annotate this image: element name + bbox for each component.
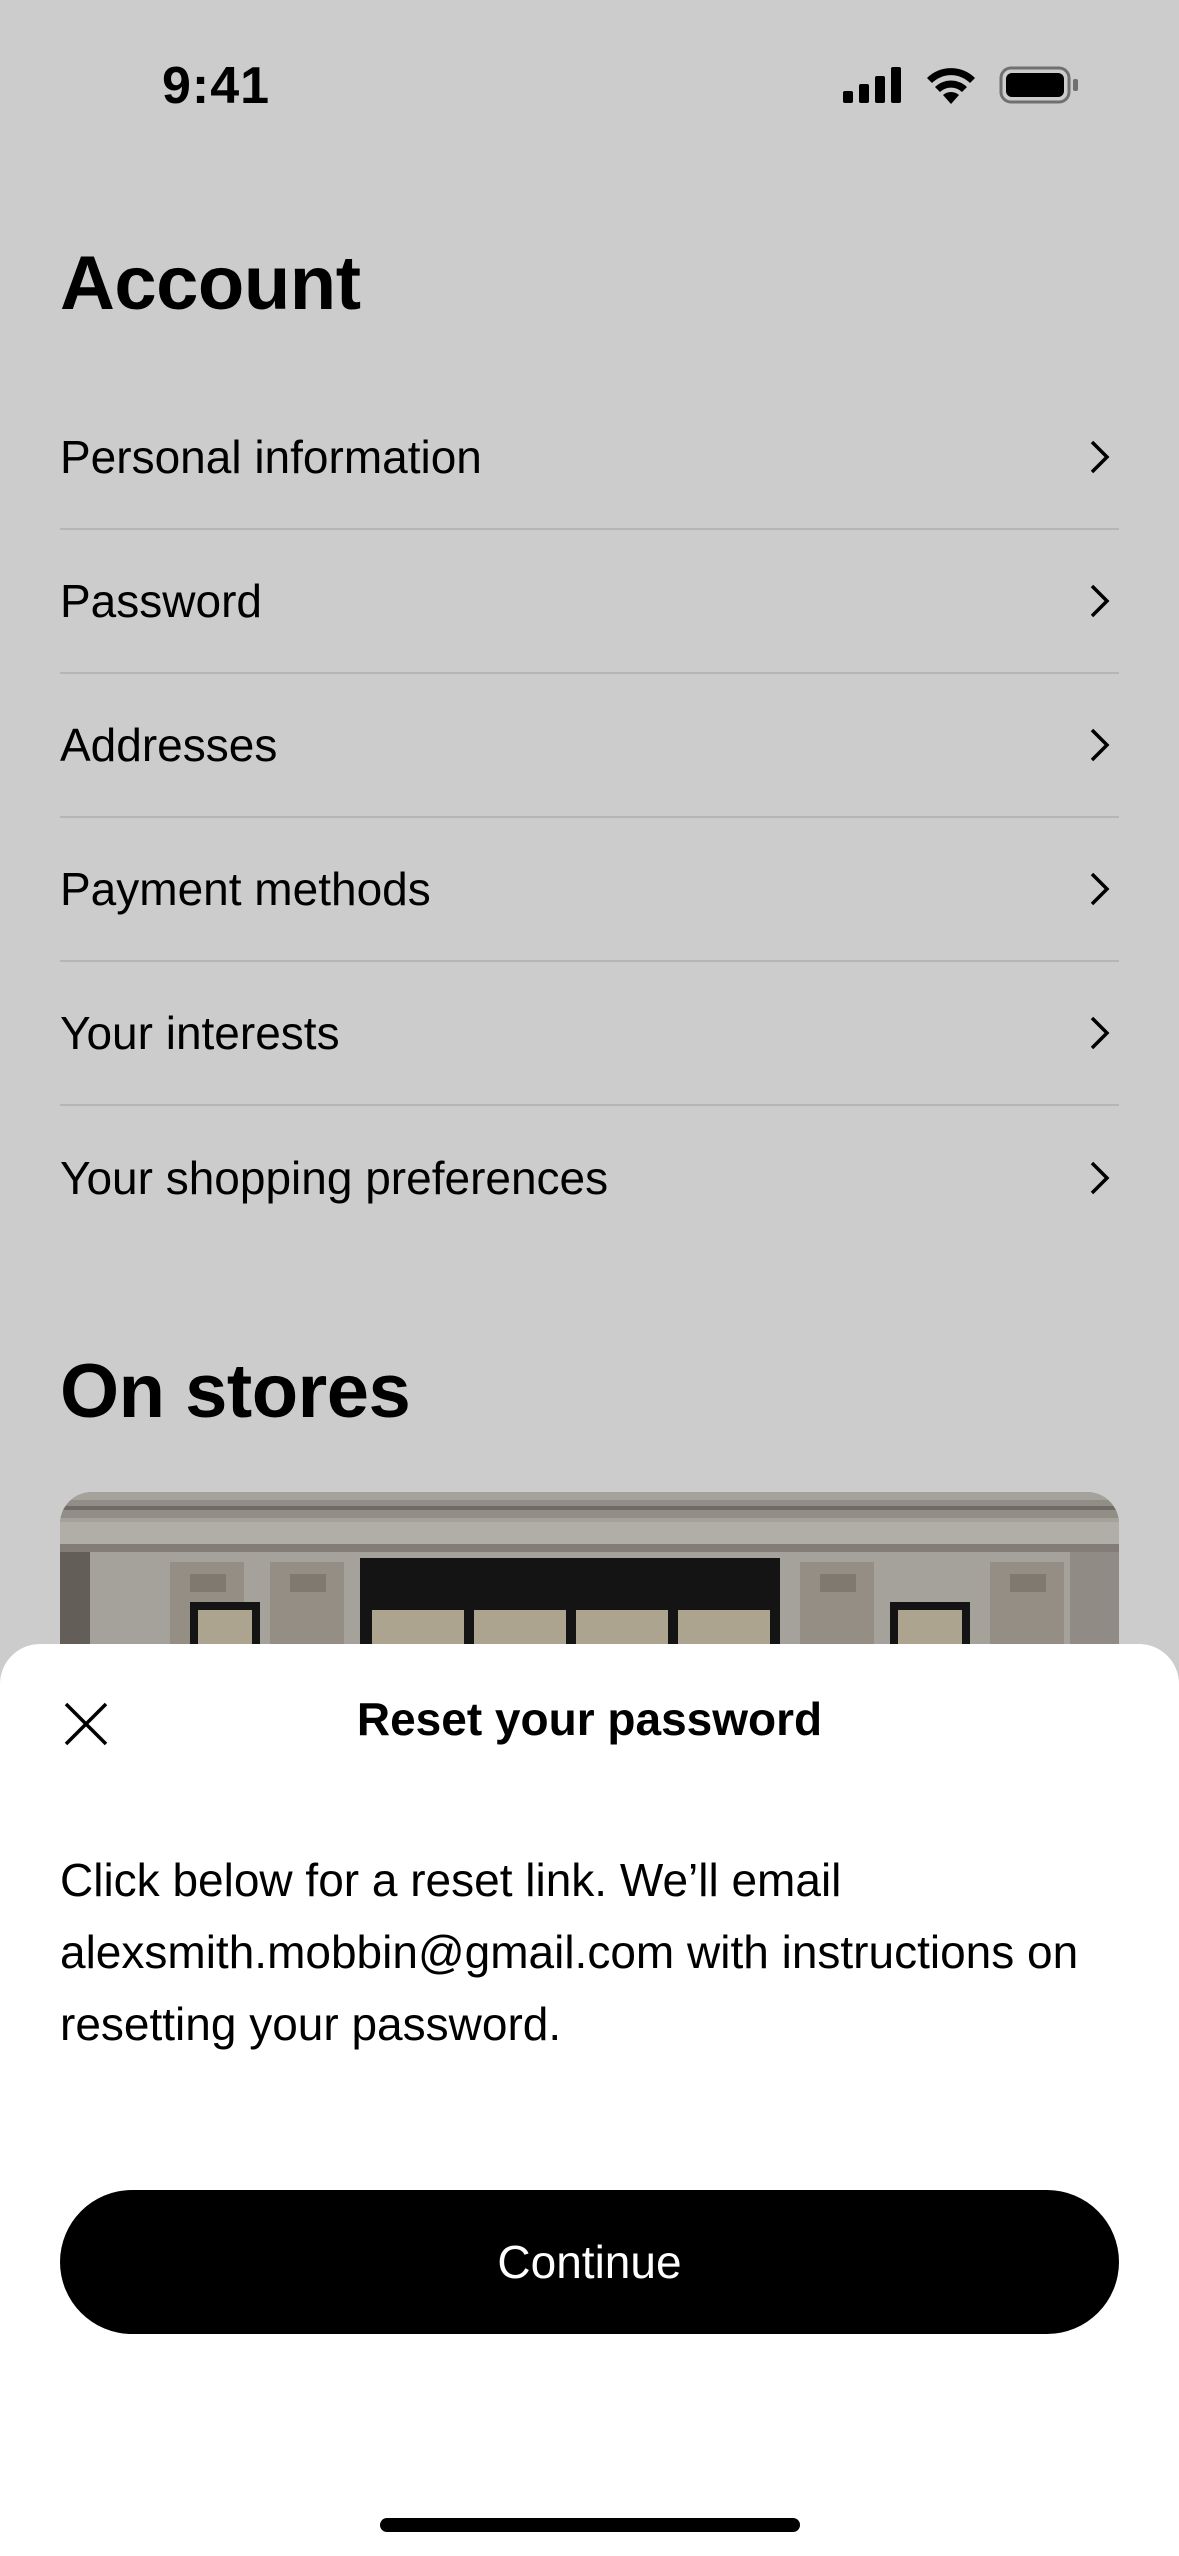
sheet-description: Click below for a reset link. We’ll emai…: [60, 1854, 1079, 2050]
reset-password-sheet: Reset your password Click below for a re…: [0, 1644, 1179, 2556]
account-screen: 9:41 Account Personal information Passwo…: [0, 0, 1179, 2556]
sheet-title: Reset your password: [356, 1693, 823, 1745]
continue-button[interactable]: Continue: [60, 2190, 1119, 2334]
home-indicator[interactable]: [380, 2518, 800, 2532]
